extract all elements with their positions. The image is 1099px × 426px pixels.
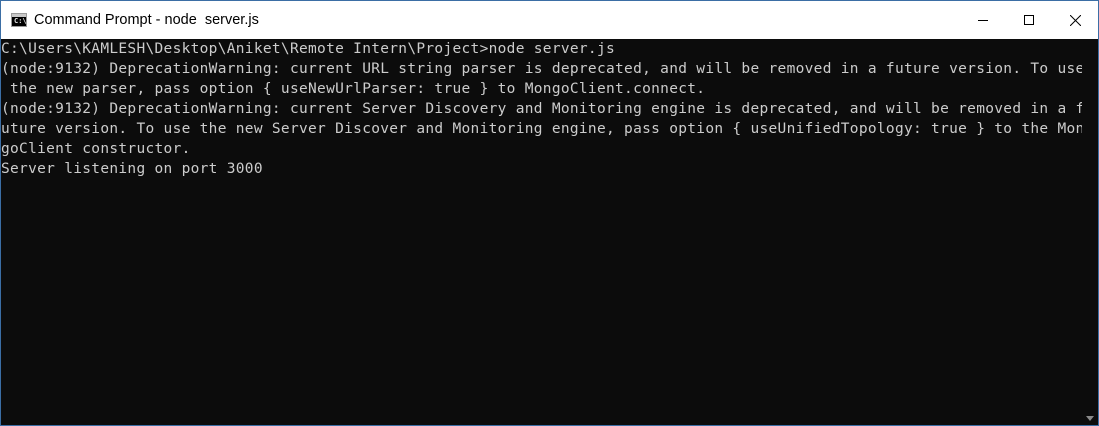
console-line: C:\Users\KAMLESH\Desktop\Aniket\Remote I… [1, 41, 616, 57]
cmd-icon[interactable]: C:\ [11, 13, 27, 27]
close-button[interactable] [1052, 1, 1098, 39]
command-prompt-window: C:\ Command Prompt - node server.js C:\U… [0, 0, 1099, 426]
maximize-button[interactable] [1006, 1, 1052, 39]
console-line: Server listening on port 3000 [1, 161, 263, 177]
minimize-button[interactable] [960, 1, 1006, 39]
console-line: goClient constructor. [1, 141, 191, 157]
minimize-icon [978, 20, 988, 21]
console-output[interactable]: C:\Users\KAMLESH\Desktop\Aniket\Remote I… [1, 39, 1082, 425]
console-line: the new parser, pass option { useNewUrlP… [1, 81, 706, 97]
window-title: Command Prompt - node server.js [34, 12, 259, 28]
maximize-icon [1024, 15, 1034, 25]
cmd-icon-text: C:\ [14, 17, 27, 25]
console-line: (node:9132) DeprecationWarning: current … [1, 101, 1082, 117]
title-bar[interactable]: C:\ Command Prompt - node server.js [1, 1, 1098, 39]
scroll-down-arrow-icon[interactable] [1085, 413, 1095, 423]
vertical-scrollbar[interactable] [1082, 39, 1098, 425]
window-controls [960, 1, 1098, 39]
close-icon [1069, 14, 1081, 26]
console-line: uture version. To use the new Server Dis… [1, 121, 1082, 137]
console-line: (node:9132) DeprecationWarning: current … [1, 61, 1082, 77]
